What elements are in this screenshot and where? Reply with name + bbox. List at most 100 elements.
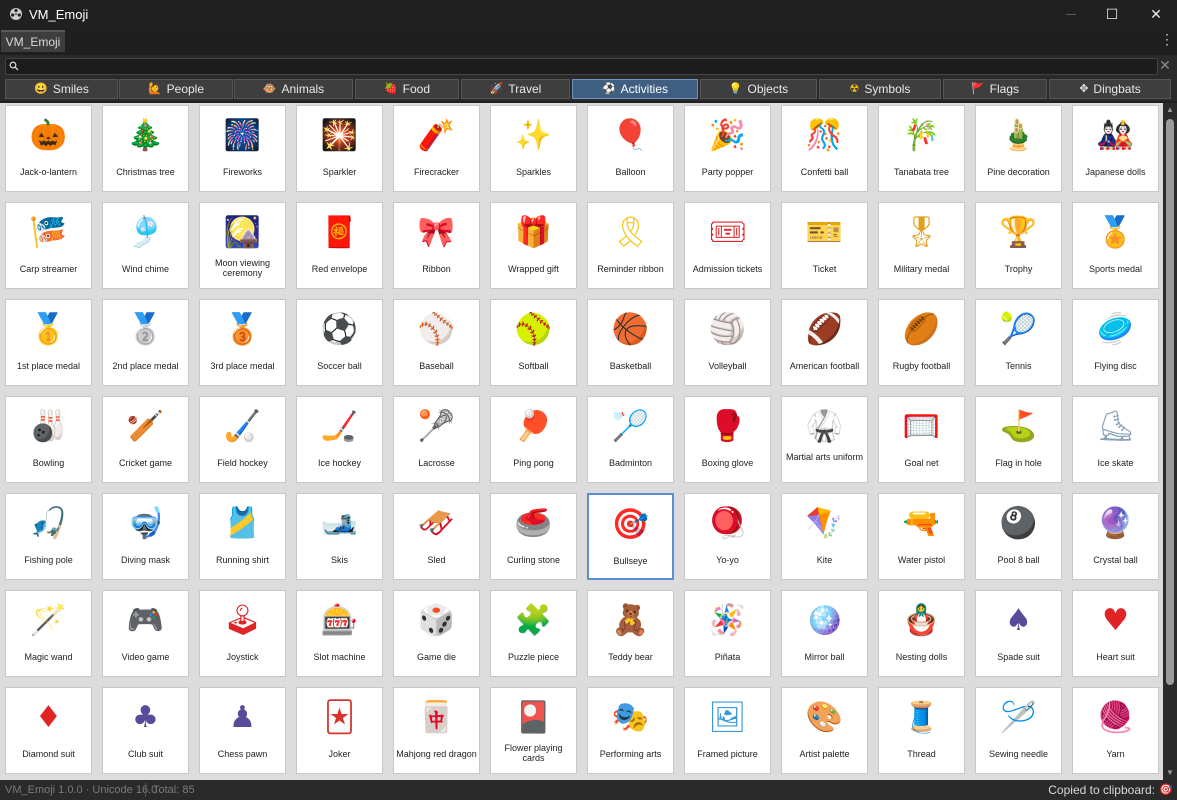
- emoji-cell-spade-suit[interactable]: ♠ Spade suit: [975, 590, 1062, 677]
- emoji-cell-nesting-dolls[interactable]: 🪆 Nesting dolls: [878, 590, 965, 677]
- emoji-cell-water-pistol[interactable]: 🔫 Water pistol: [878, 493, 965, 580]
- emoji-cell-magic-wand[interactable]: 🪄 Magic wand: [5, 590, 92, 677]
- emoji-cell-baseball[interactable]: ⚾ Baseball: [393, 299, 480, 386]
- emoji-cell-sparkles[interactable]: ✨ Sparkles: [490, 105, 577, 192]
- emoji-cell-bowling[interactable]: 🎳 Bowling: [5, 396, 92, 483]
- emoji-cell-cricket-game[interactable]: 🏏 Cricket game: [102, 396, 189, 483]
- emoji-cell-firecracker[interactable]: 🧨 Firecracker: [393, 105, 480, 192]
- emoji-cell-pi-ata[interactable]: 🪅 Piñata: [684, 590, 771, 677]
- emoji-cell-1st-place-medal[interactable]: 🥇 1st place medal: [5, 299, 92, 386]
- emoji-cell-curling-stone[interactable]: 🥌 Curling stone: [490, 493, 577, 580]
- emoji-cell-soccer-ball[interactable]: ⚽ Soccer ball: [296, 299, 383, 386]
- emoji-cell-volleyball[interactable]: 🏐 Volleyball: [684, 299, 771, 386]
- emoji-cell-club-suit[interactable]: ♣ Club suit: [102, 687, 189, 774]
- emoji-cell-flag-in-hole[interactable]: ⛳ Flag in hole: [975, 396, 1062, 483]
- emoji-cell-sewing-needle[interactable]: 🪡 Sewing needle: [975, 687, 1062, 774]
- tab-objects[interactable]: 💡 Objects: [700, 79, 817, 99]
- emoji-cell-trophy[interactable]: 🏆 Trophy: [975, 202, 1062, 289]
- emoji-cell-ribbon[interactable]: 🎀 Ribbon: [393, 202, 480, 289]
- emoji-cell-puzzle-piece[interactable]: 🧩 Puzzle piece: [490, 590, 577, 677]
- emoji-cell-flower-playing-cards[interactable]: 🎴 Flower playing cards: [490, 687, 577, 774]
- emoji-cell-flying-disc[interactable]: 🥏 Flying disc: [1072, 299, 1159, 386]
- tab-animals[interactable]: 🐵 Animals: [234, 79, 353, 99]
- emoji-cell-yo-yo[interactable]: 🪀 Yo-yo: [684, 493, 771, 580]
- emoji-cell-tanabata-tree[interactable]: 🎋 Tanabata tree: [878, 105, 965, 192]
- emoji-cell-carp-streamer[interactable]: 🎏 Carp streamer: [5, 202, 92, 289]
- emoji-cell-artist-palette[interactable]: 🎨 Artist palette: [781, 687, 868, 774]
- document-tab[interactable]: VM_Emoji: [1, 30, 65, 52]
- emoji-cell-heart-suit[interactable]: ♥ Heart suit: [1072, 590, 1159, 677]
- emoji-cell-mirror-ball[interactable]: 🪩 Mirror ball: [781, 590, 868, 677]
- emoji-cell-red-envelope[interactable]: 🧧 Red envelope: [296, 202, 383, 289]
- emoji-cell-chess-pawn[interactable]: ♟ Chess pawn: [199, 687, 286, 774]
- emoji-cell-mahjong-red-dragon[interactable]: 🀄 Mahjong red dragon: [393, 687, 480, 774]
- emoji-cell-2nd-place-medal[interactable]: 🥈 2nd place medal: [102, 299, 189, 386]
- clear-search-icon[interactable]: ✕: [1158, 57, 1172, 73]
- tab-travel[interactable]: 🚀 Travel: [461, 79, 570, 99]
- emoji-cell-sparkler[interactable]: 🎇 Sparkler: [296, 105, 383, 192]
- emoji-cell-video-game[interactable]: 🎮 Video game: [102, 590, 189, 677]
- tab-people[interactable]: 🙋 People: [119, 79, 233, 99]
- tab-flags[interactable]: 🚩 Flags: [943, 79, 1047, 99]
- emoji-cell-military-medal[interactable]: 🎖 Military medal: [878, 202, 965, 289]
- emoji-cell-softball[interactable]: 🥎 Softball: [490, 299, 577, 386]
- emoji-cell-field-hockey[interactable]: 🏑 Field hockey: [199, 396, 286, 483]
- emoji-cell-american-football[interactable]: 🏈 American football: [781, 299, 868, 386]
- emoji-cell-joystick[interactable]: 🕹 Joystick: [199, 590, 286, 677]
- emoji-cell-tennis[interactable]: 🎾 Tennis: [975, 299, 1062, 386]
- emoji-cell-joker[interactable]: 🃏 Joker: [296, 687, 383, 774]
- emoji-cell-performing-arts[interactable]: 🎭 Performing arts: [587, 687, 674, 774]
- vertical-scrollbar[interactable]: ▲ ▼: [1163, 103, 1177, 780]
- tab-food[interactable]: 🍓 Food: [355, 79, 459, 99]
- scrollbar-thumb[interactable]: [1166, 119, 1174, 685]
- emoji-cell-pool-8-ball[interactable]: 🎱 Pool 8 ball: [975, 493, 1062, 580]
- tab-smiles[interactable]: 😀 Smiles: [5, 79, 118, 99]
- tab-activities[interactable]: ⚽ Activities: [572, 79, 698, 99]
- emoji-cell-diving-mask[interactable]: 🤿 Diving mask: [102, 493, 189, 580]
- emoji-cell-crystal-ball[interactable]: 🔮 Crystal ball: [1072, 493, 1159, 580]
- emoji-cell-ping-pong[interactable]: 🏓 Ping pong: [490, 396, 577, 483]
- emoji-cell-slot-machine[interactable]: 🎰 Slot machine: [296, 590, 383, 677]
- emoji-cell-bullseye[interactable]: 🎯 Bullseye: [587, 493, 674, 580]
- emoji-cell-3rd-place-medal[interactable]: 🥉 3rd place medal: [199, 299, 286, 386]
- emoji-cell-jack-o-lantern[interactable]: 🎃 Jack-o-lantern: [5, 105, 92, 192]
- emoji-cell-christmas-tree[interactable]: 🎄 Christmas tree: [102, 105, 189, 192]
- emoji-cell-rugby-football[interactable]: 🏉 Rugby football: [878, 299, 965, 386]
- emoji-cell-reminder-ribbon[interactable]: 🎗 Reminder ribbon: [587, 202, 674, 289]
- emoji-cell-wrapped-gift[interactable]: 🎁 Wrapped gift: [490, 202, 577, 289]
- emoji-cell-fireworks[interactable]: 🎆 Fireworks: [199, 105, 286, 192]
- emoji-cell-confetti-ball[interactable]: 🎊 Confetti ball: [781, 105, 868, 192]
- search-field[interactable]: [5, 58, 1158, 75]
- emoji-cell-lacrosse[interactable]: 🥍 Lacrosse: [393, 396, 480, 483]
- more-options-icon[interactable]: ⋮: [1160, 31, 1174, 48]
- tab-dingbats[interactable]: ✥ Dingbats: [1049, 79, 1171, 99]
- scroll-down-icon[interactable]: ▼: [1163, 766, 1177, 780]
- emoji-cell-basketball[interactable]: 🏀 Basketball: [587, 299, 674, 386]
- emoji-cell-boxing-glove[interactable]: 🥊 Boxing glove: [684, 396, 771, 483]
- search-input[interactable]: [22, 59, 1142, 74]
- emoji-cell-running-shirt[interactable]: 🎽 Running shirt: [199, 493, 286, 580]
- close-button[interactable]: ✕: [1133, 0, 1177, 28]
- emoji-cell-thread[interactable]: 🧵 Thread: [878, 687, 965, 774]
- emoji-cell-sled[interactable]: 🛷 Sled: [393, 493, 480, 580]
- emoji-cell-kite[interactable]: 🪁 Kite: [781, 493, 868, 580]
- emoji-cell-martial-arts-uniform[interactable]: 🥋 Martial arts uniform: [781, 396, 868, 483]
- minimize-button[interactable]: —: [1048, 0, 1094, 28]
- emoji-cell-sports-medal[interactable]: 🏅 Sports medal: [1072, 202, 1159, 289]
- emoji-cell-diamond-suit[interactable]: ♦ Diamond suit: [5, 687, 92, 774]
- emoji-cell-yarn[interactable]: 🧶 Yarn: [1072, 687, 1159, 774]
- emoji-cell-party-popper[interactable]: 🎉 Party popper: [684, 105, 771, 192]
- emoji-cell-framed-picture[interactable]: 🖼 Framed picture: [684, 687, 771, 774]
- emoji-cell-goal-net[interactable]: 🥅 Goal net: [878, 396, 965, 483]
- emoji-cell-pine-decoration[interactable]: 🎍 Pine decoration: [975, 105, 1062, 192]
- emoji-cell-japanese-dolls[interactable]: 🎎 Japanese dolls: [1072, 105, 1159, 192]
- emoji-cell-ice-skate[interactable]: ⛸ Ice skate: [1072, 396, 1159, 483]
- emoji-cell-ticket[interactable]: 🎫 Ticket: [781, 202, 868, 289]
- emoji-cell-badminton[interactable]: 🏸 Badminton: [587, 396, 674, 483]
- emoji-cell-fishing-pole[interactable]: 🎣 Fishing pole: [5, 493, 92, 580]
- emoji-cell-skis[interactable]: 🎿 Skis: [296, 493, 383, 580]
- tab-symbols[interactable]: ☢ Symbols: [819, 79, 941, 99]
- emoji-cell-admission-tickets[interactable]: 🎟 Admission tickets: [684, 202, 771, 289]
- maximize-button[interactable]: ☐: [1089, 0, 1135, 28]
- emoji-cell-ice-hockey[interactable]: 🏒 Ice hockey: [296, 396, 383, 483]
